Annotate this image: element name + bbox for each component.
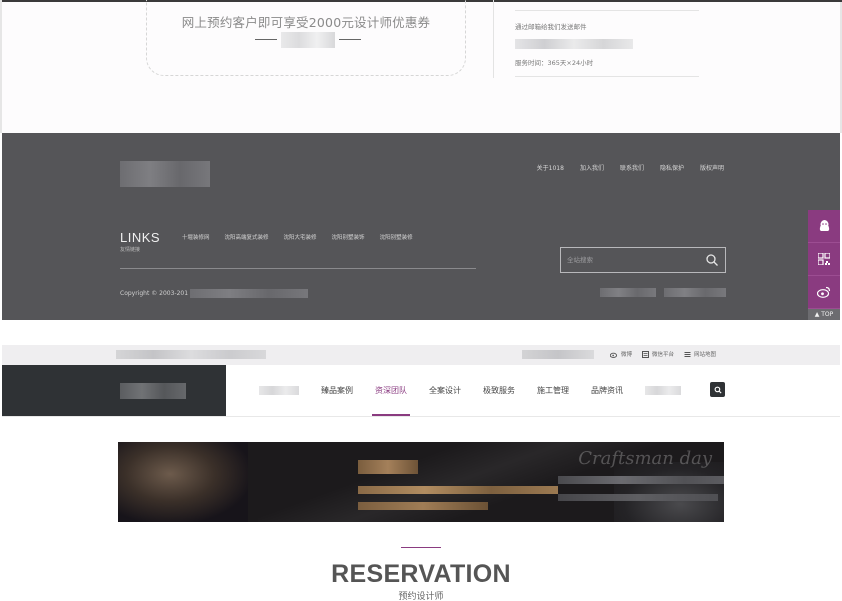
banner-redacted-line4 xyxy=(558,494,718,501)
nav-construction[interactable]: 施工管理 xyxy=(526,365,580,416)
friend-link[interactable]: 沈阳高端复式装修 xyxy=(225,233,269,241)
qrcode-icon xyxy=(818,253,830,265)
coupon-text: 网上预约客户即可享受2000元设计师优惠券 xyxy=(181,15,431,30)
banner-redacted-line2 xyxy=(358,502,488,510)
qq-button[interactable] xyxy=(808,210,840,243)
contact-block: 通过邮箱给我们发送邮件 服务时间：365天×24小时 xyxy=(515,0,699,77)
wechat-icon xyxy=(641,350,649,358)
banner-photo-right xyxy=(614,462,724,522)
team-banner[interactable]: Craftsman day xyxy=(118,442,724,522)
nav-cases[interactable]: 臻品案例 xyxy=(310,365,364,416)
contact-mail-label: 通过邮箱给我们发送邮件 xyxy=(515,23,587,31)
contact-rule-top xyxy=(515,10,699,11)
footer-nav-join[interactable]: 加入我们 xyxy=(580,163,604,172)
friend-link[interactable]: 沈阳别墅装修 xyxy=(380,233,413,241)
footer-redacted-right xyxy=(664,288,726,297)
friend-link[interactable]: 十堰装修网 xyxy=(182,233,210,241)
top-section: 网上预约客户即可享受2000元设计师优惠券 通过邮箱给我们发送邮件 服务时间：3… xyxy=(0,0,842,133)
nav-news[interactable]: 品牌资讯 xyxy=(580,365,634,416)
top-utility-bar: 微博 微信平台 网站地图 xyxy=(2,345,840,365)
topbar-redacted-slogan xyxy=(116,350,266,359)
topbar-links: 微博 微信平台 网站地图 xyxy=(609,350,716,358)
weibo-icon xyxy=(609,352,617,358)
weibo-icon xyxy=(817,286,831,298)
friend-link[interactable]: 沈阳别墅装饰 xyxy=(332,233,365,241)
coupon-mosaic xyxy=(281,32,335,48)
coupon-dash-right xyxy=(339,39,361,40)
footer-search[interactable] xyxy=(560,247,726,273)
contact-email-redacted[interactable] xyxy=(515,39,633,49)
topbar-wechat-link[interactable]: 微信平台 xyxy=(641,350,674,358)
nav-search-button[interactable] xyxy=(710,382,725,397)
search-icon[interactable] xyxy=(705,253,719,267)
footer-nav-about[interactable]: 关于1018 xyxy=(537,163,564,172)
topbar-weibo-link[interactable]: 微博 xyxy=(609,350,632,358)
links-divider xyxy=(120,268,476,269)
coupon-redacted-number xyxy=(255,32,361,48)
links-subtitle: 友情链接 xyxy=(120,247,141,253)
footer-redacted-left xyxy=(600,288,656,297)
sitemap-icon xyxy=(684,351,691,357)
main-navbar: 臻品案例 资深团队 全案设计 极致服务 施工管理 品牌资讯 xyxy=(2,365,840,417)
banner-craftsman-photo xyxy=(118,442,248,522)
qq-icon xyxy=(819,220,829,231)
search-icon xyxy=(714,386,722,394)
service-hours: 服务时间：365天×24小时 xyxy=(515,59,594,67)
nav-home-redacted[interactable] xyxy=(248,365,310,416)
brand-logo-area[interactable] xyxy=(2,365,226,416)
topbar-redacted-phone xyxy=(522,350,594,359)
footer-nav: 关于1018 加入我们 联系我们 隐私保护 版权声明 xyxy=(537,163,724,172)
weibo-button[interactable] xyxy=(808,276,840,309)
footer-search-input[interactable] xyxy=(567,253,699,267)
page-root: 网上预约客户即可享受2000元设计师优惠券 通过邮箱给我们发送邮件 服务时间：3… xyxy=(0,0,842,601)
float-sidebar: ▲ TOP xyxy=(808,210,840,320)
links-title: LINKS xyxy=(120,230,161,245)
coupon-dash-left xyxy=(255,39,277,40)
banner-redacted-title xyxy=(358,460,418,474)
banner-script-text: Craftsman day xyxy=(578,448,712,469)
footer-nav-copyright[interactable]: 版权声明 xyxy=(700,163,724,172)
qrcode-button[interactable] xyxy=(808,243,840,276)
copyright-text: Copyright © 2003-201 xyxy=(120,290,189,297)
coupon-card[interactable]: 网上预约客户即可享受2000元设计师优惠券 xyxy=(146,0,466,76)
nav-design[interactable]: 全案设计 xyxy=(418,365,472,416)
topbar-sitemap-link[interactable]: 网站地图 xyxy=(684,350,716,358)
topbar-sitemap-label: 网站地图 xyxy=(693,352,716,358)
topbar-weibo-label: 微博 xyxy=(620,352,632,358)
topbar-wechat-label: 微信平台 xyxy=(651,352,674,358)
nav-team[interactable]: 资深团队 xyxy=(364,365,418,416)
divider xyxy=(493,0,494,78)
main-nav: 臻品案例 资深团队 全案设计 极致服务 施工管理 品牌资讯 xyxy=(248,365,692,416)
banner-redacted-line3 xyxy=(558,476,724,484)
reservation-subtitle: 预约设计师 xyxy=(398,592,444,601)
site-footer: 关于1018 加入我们 联系我们 隐私保护 版权声明 LINKS 友情链接 十堰… xyxy=(2,133,840,320)
friend-links: 十堰装修网 沈阳高端复式装修 沈阳大宅装修 沈阳别墅装饰 沈阳别墅装修 xyxy=(182,233,413,241)
nav-service[interactable]: 极致服务 xyxy=(472,365,526,416)
copyright-redacted xyxy=(190,289,309,298)
reservation-accent-line xyxy=(401,547,441,548)
friend-link[interactable]: 沈阳大宅装修 xyxy=(284,233,317,241)
back-to-top[interactable]: ▲ TOP xyxy=(808,309,840,320)
brand-logo xyxy=(120,383,186,399)
footer-logo xyxy=(120,161,210,187)
reservation-title: RESERVATION xyxy=(331,560,511,588)
nav-redacted-last[interactable] xyxy=(634,365,692,416)
footer-nav-contact[interactable]: 联系我们 xyxy=(620,163,644,172)
banner-redacted-line1 xyxy=(358,486,558,494)
contact-rule-bottom xyxy=(515,76,699,77)
nav-redacted-label xyxy=(645,386,681,395)
footer-nav-privacy[interactable]: 隐私保护 xyxy=(660,163,684,172)
copyright: Copyright © 2003-201 xyxy=(120,289,309,298)
nav-redacted-label xyxy=(259,386,299,395)
